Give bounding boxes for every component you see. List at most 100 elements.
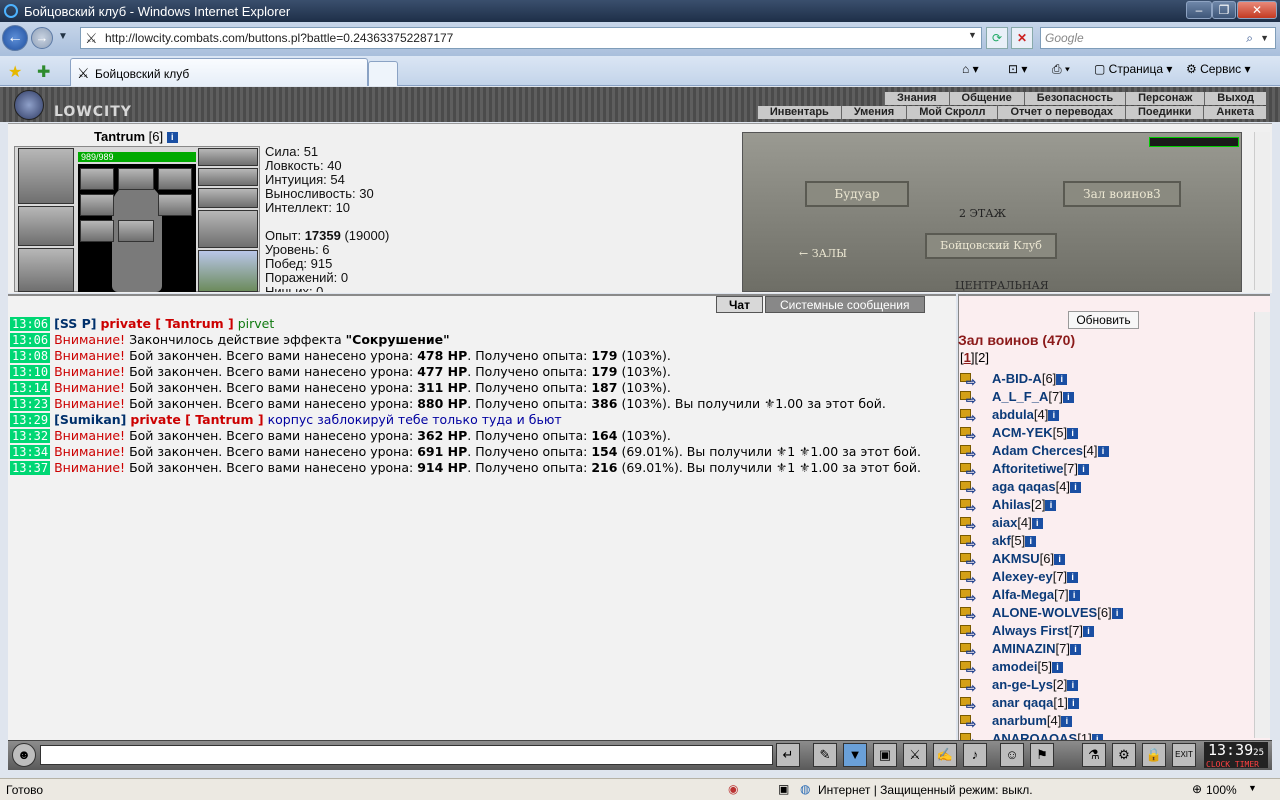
info-icon[interactable]: i bbox=[1054, 554, 1066, 566]
map-club-button[interactable]: Бойцовский Клуб bbox=[925, 233, 1057, 259]
player-name[interactable]: ACM-YEK bbox=[992, 425, 1053, 440]
player-list-scrollbar[interactable] bbox=[1254, 312, 1270, 738]
bracers-slot[interactable] bbox=[18, 206, 74, 246]
info-icon[interactable]: i bbox=[1097, 446, 1109, 458]
filter-icon[interactable]: ▼ bbox=[843, 743, 867, 767]
zoom-icon[interactable]: ⊕ bbox=[1192, 782, 1202, 796]
back-button[interactable]: ← bbox=[2, 25, 28, 51]
helmet-slot[interactable] bbox=[18, 148, 74, 204]
chat-time[interactable]: 13:37 bbox=[10, 461, 51, 475]
chat-time[interactable]: 13:10 bbox=[10, 365, 51, 379]
submenu-item[interactable]: Поединки bbox=[1125, 106, 1203, 119]
player-name[interactable]: Aftoritetiwe bbox=[992, 461, 1064, 476]
info-icon[interactable]: i bbox=[1025, 536, 1037, 548]
chat-time[interactable]: 13:34 bbox=[10, 445, 51, 459]
chat-sender[interactable]: [SS P] bbox=[54, 316, 96, 331]
eraser-icon[interactable]: ✎ bbox=[813, 743, 837, 767]
clan-arrow-icon[interactable]: ⇨ bbox=[960, 678, 982, 694]
info-icon[interactable]: i bbox=[1048, 410, 1060, 422]
clan-arrow-icon[interactable]: ⇨ bbox=[960, 372, 982, 388]
top-scrollbar[interactable] bbox=[1254, 132, 1270, 290]
fight-icon[interactable]: ⚔ bbox=[903, 743, 927, 767]
send-icon[interactable]: ↵ bbox=[776, 743, 800, 767]
clan-arrow-icon[interactable]: ⇨ bbox=[960, 462, 982, 478]
tab-active[interactable]: ⚔ Бойцовский клуб bbox=[70, 58, 368, 86]
refresh-list-button[interactable]: Обновить bbox=[1068, 311, 1139, 329]
clan-arrow-icon[interactable]: ⇨ bbox=[960, 624, 982, 640]
chat-input[interactable] bbox=[40, 745, 773, 765]
clan-arrow-icon[interactable]: ⇨ bbox=[960, 660, 982, 676]
clan-arrow-icon[interactable]: ⇨ bbox=[960, 516, 982, 532]
weapon-slot[interactable] bbox=[18, 248, 74, 292]
clan-arrow-icon[interactable]: ⇨ bbox=[960, 588, 982, 604]
submenu-item[interactable]: Инвентарь bbox=[756, 106, 841, 119]
maximize-button[interactable]: ❐ bbox=[1212, 1, 1236, 19]
clan-arrow-icon[interactable]: ⇨ bbox=[960, 534, 982, 550]
translit-icon[interactable]: ✍ bbox=[933, 743, 957, 767]
info-icon[interactable]: i bbox=[1067, 680, 1079, 692]
info-icon[interactable]: i bbox=[1062, 392, 1074, 404]
player-name[interactable]: anarbum bbox=[992, 713, 1047, 728]
home-icon[interactable]: ⌂ ▾ bbox=[962, 62, 979, 76]
amulet-slot[interactable] bbox=[198, 168, 258, 186]
menu-item[interactable]: Знания bbox=[884, 92, 948, 105]
player-name[interactable]: Alfa-Mega bbox=[992, 587, 1054, 602]
clan-arrow-icon[interactable]: ⇨ bbox=[960, 426, 982, 442]
gloves-slot[interactable] bbox=[198, 210, 258, 248]
zoom-dropdown-icon[interactable]: ▼ bbox=[1248, 783, 1257, 793]
menu-item[interactable]: Безопасность bbox=[1023, 92, 1125, 105]
player-name[interactable]: Adam Cherces bbox=[992, 443, 1083, 458]
rune-slot-3[interactable] bbox=[158, 168, 192, 190]
info-icon[interactable]: i bbox=[1051, 662, 1063, 674]
exit-icon[interactable]: EXIT bbox=[1172, 743, 1196, 767]
chat-time[interactable]: 13:14 bbox=[10, 381, 51, 395]
chat-time[interactable]: 13:08 bbox=[10, 349, 51, 363]
info-icon[interactable]: i bbox=[1083, 626, 1095, 638]
rings-slot[interactable] bbox=[198, 188, 258, 208]
page-other[interactable]: [2] bbox=[974, 350, 988, 365]
player-name[interactable]: Alexey-ey bbox=[992, 569, 1053, 584]
favorites-star-icon[interactable]: ★ bbox=[8, 62, 22, 82]
address-dropdown-icon[interactable]: ▼ bbox=[968, 30, 977, 40]
submenu-item[interactable]: Отчет о переводах bbox=[997, 106, 1125, 119]
player-name[interactable]: Ahilas bbox=[992, 497, 1031, 512]
submenu-item[interactable]: Умения bbox=[840, 106, 906, 119]
player-name[interactable]: Always First bbox=[992, 623, 1069, 638]
info-icon[interactable]: i bbox=[1045, 500, 1057, 512]
player-name[interactable]: AKMSU bbox=[992, 551, 1040, 566]
earring-slot[interactable] bbox=[198, 148, 258, 166]
print-icon[interactable]: ⎙ ▾ bbox=[1052, 62, 1070, 77]
chat-time[interactable]: 13:06 bbox=[10, 317, 51, 331]
character-name[interactable]: Tantrum [6] i bbox=[94, 129, 178, 144]
player-name[interactable]: ALONE-WOLVES bbox=[992, 605, 1097, 620]
map-boudoir-button[interactable]: Будуар bbox=[805, 181, 909, 207]
tab-system-messages[interactable]: Системные сообщения bbox=[764, 296, 925, 313]
tab-chat[interactable]: Чат bbox=[716, 296, 763, 313]
chat-time[interactable]: 13:06 bbox=[10, 333, 51, 347]
info-icon[interactable]: i bbox=[1056, 374, 1068, 386]
clan-arrow-icon[interactable]: ⇨ bbox=[960, 480, 982, 496]
chat-time[interactable]: 13:29 bbox=[10, 413, 51, 427]
menu-item[interactable]: Персонаж bbox=[1125, 92, 1204, 105]
scroll-slot-3[interactable] bbox=[80, 220, 114, 242]
inventory-icon[interactable]: ⚙ bbox=[1112, 743, 1136, 767]
potion-icon[interactable]: ⚗ bbox=[1082, 743, 1106, 767]
emoticons-icon[interactable]: ☺ bbox=[1000, 743, 1024, 767]
info-icon[interactable]: i bbox=[166, 132, 178, 144]
clan-arrow-icon[interactable]: ⇨ bbox=[960, 606, 982, 622]
player-name[interactable]: abdula bbox=[992, 407, 1034, 422]
clan-arrow-icon[interactable]: ⇨ bbox=[960, 408, 982, 424]
shield-slot[interactable] bbox=[198, 250, 258, 292]
player-name[interactable]: amodei bbox=[992, 659, 1038, 674]
scroll-slot-2[interactable] bbox=[158, 194, 192, 216]
search-icon[interactable]: ⌕ bbox=[1246, 28, 1253, 48]
clan-arrow-icon[interactable]: ⇨ bbox=[960, 642, 982, 658]
submenu-item[interactable]: Мой Скролл bbox=[906, 106, 997, 119]
player-name[interactable]: akf bbox=[992, 533, 1011, 548]
save-log-icon[interactable]: ▣ bbox=[873, 743, 897, 767]
lock-icon[interactable]: 🔒 bbox=[1142, 743, 1166, 767]
page-current[interactable]: 1 bbox=[964, 350, 971, 365]
search-dropdown-icon[interactable]: ▼ bbox=[1260, 28, 1269, 48]
info-icon[interactable]: i bbox=[1067, 572, 1079, 584]
submenu-item[interactable]: Анкета bbox=[1203, 106, 1266, 119]
